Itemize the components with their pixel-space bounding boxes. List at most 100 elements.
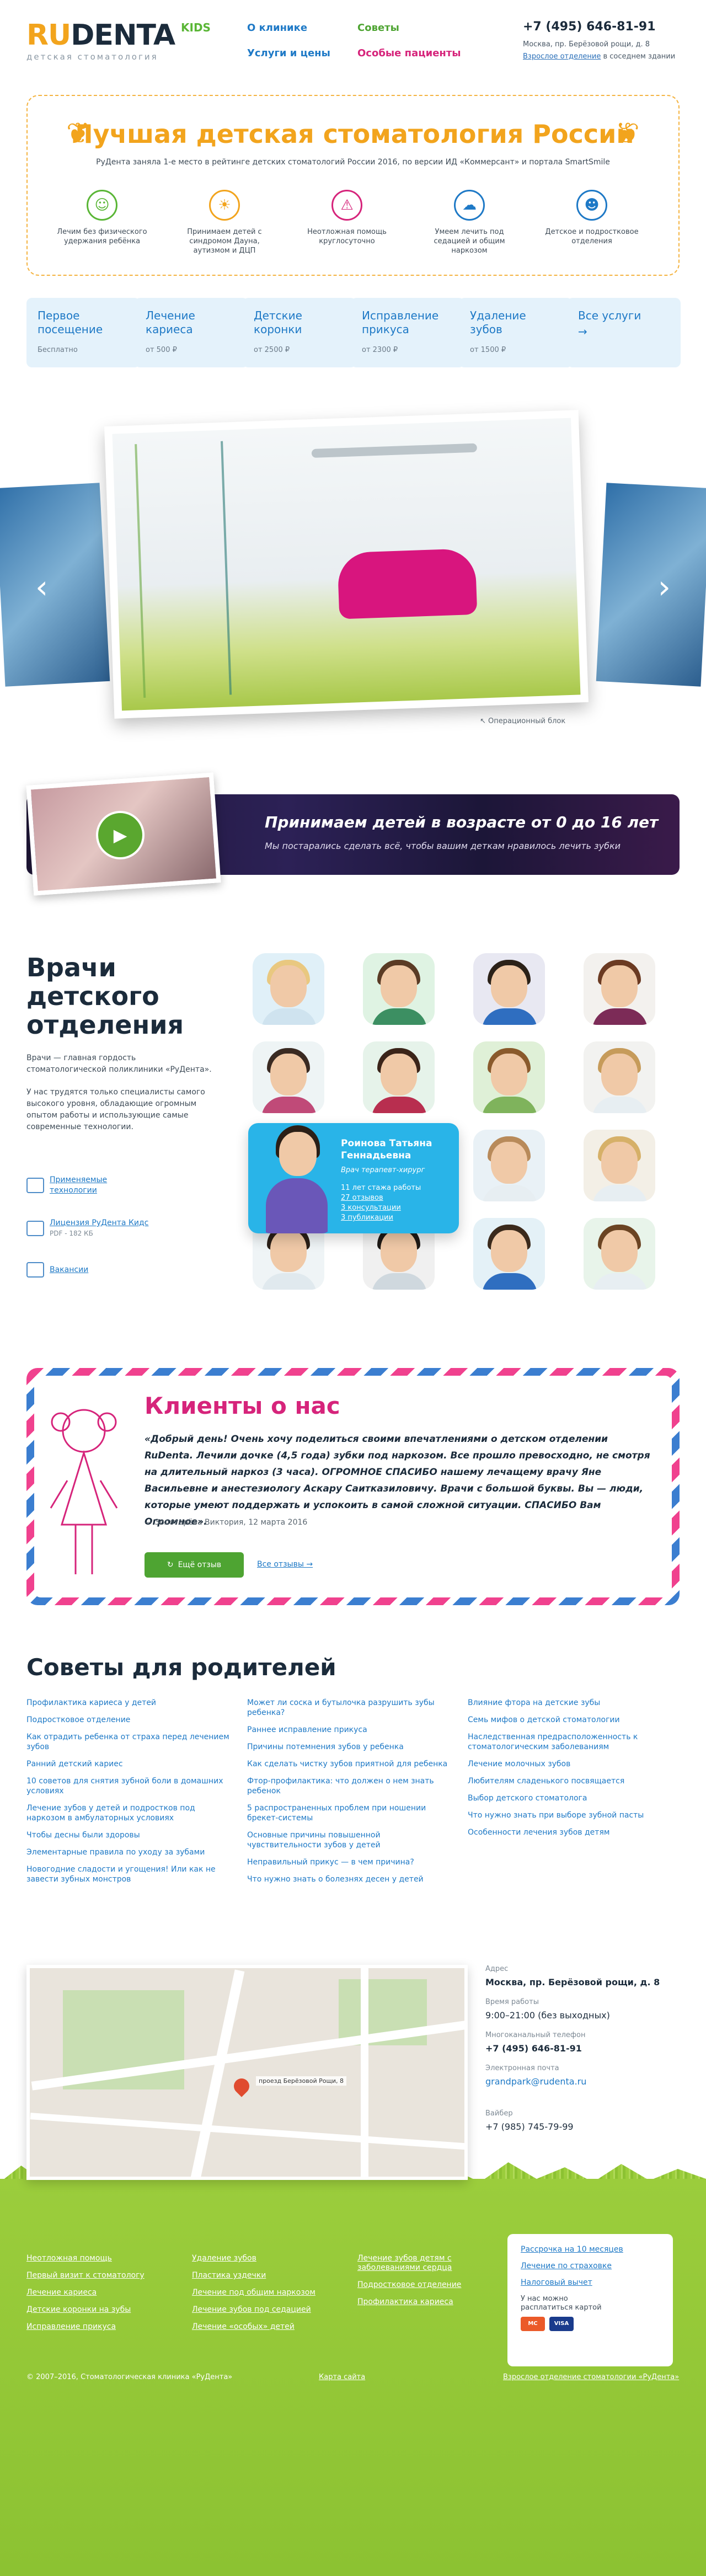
all-reviews-link[interactable]: Все отзывы → (257, 1560, 313, 1569)
tip-link[interactable]: 5 распространенных проблем при ношении б… (247, 1803, 451, 1823)
footer-link[interactable]: Лечение кариеса (26, 2288, 181, 2297)
doctor-photo[interactable] (473, 1041, 545, 1113)
doctor-stat-consultations[interactable]: 3 консультации (341, 1204, 401, 1212)
tip-link[interactable]: Элементарные правила по уходу за зубами (26, 1847, 231, 1857)
service-caries[interactable]: Лечение кариеса от 500 ₽ (135, 298, 248, 367)
dental-lamp (311, 443, 478, 458)
footer-link[interactable]: Детские коронки на зубы (26, 2305, 181, 2315)
tip-link[interactable]: Ранний детский кариес (26, 1759, 231, 1769)
featured-doctor-card[interactable]: Роинова Татьяна Геннадьевна Врач терапевт… (248, 1123, 459, 1233)
logo-kids: KIDS (181, 21, 211, 34)
tip-link[interactable]: Причины потемнения зубов у ребенка (247, 1742, 451, 1752)
doctor-photo[interactable] (473, 1218, 545, 1290)
email-value[interactable]: grandpark@rudenta.ru (485, 2076, 586, 2087)
name-line: Роинова Татьяна (341, 1138, 432, 1149)
tip-link[interactable]: Любителям сладенького посвящается (468, 1776, 672, 1786)
footer-link[interactable]: Удаление зубов (192, 2254, 346, 2263)
logo[interactable]: RUDENTA KIDS детская стоматология (26, 20, 211, 64)
play-icon[interactable]: ▶ (96, 811, 145, 859)
doctor-photo[interactable] (473, 1130, 545, 1201)
phone-value[interactable]: +7 (495) 646-81-91 (485, 2043, 582, 2054)
tip-link[interactable]: 10 советов для снятия зубной боли в дома… (26, 1776, 231, 1796)
tip-link[interactable]: Наследственная предрасположенность к сто… (468, 1732, 672, 1752)
doctor-photo[interactable] (584, 1041, 655, 1113)
tip-link[interactable]: Как отрадить ребенка от страха перед леч… (26, 1732, 231, 1752)
sun-icon: ☀ (209, 190, 240, 221)
nav-about[interactable]: О клинике (247, 22, 307, 34)
award-description: РуДента заняла 1-е место в рейтинге детс… (96, 158, 610, 167)
carousel-next-button[interactable]: › (658, 568, 671, 606)
header-phone[interactable]: +7 (495) 646-81-91 (523, 20, 656, 34)
adult-dept-footer-link[interactable]: Взрослое отделение стоматологии «РуДента… (503, 2373, 679, 2381)
doctor-photo[interactable] (584, 1130, 655, 1201)
doctor-photo[interactable] (253, 1041, 324, 1113)
tip-link[interactable]: Особенности лечения зубов детям (468, 1827, 672, 1837)
service-extraction[interactable]: Удаление зубов от 1500 ₽ (459, 298, 573, 367)
nav-services[interactable]: Услуги и цены (247, 47, 330, 59)
doctor-photo[interactable] (363, 953, 435, 1025)
footer-link[interactable]: Лечение «особых» детей (192, 2322, 346, 2332)
doctor-photo[interactable] (584, 953, 655, 1025)
tip-link[interactable]: Новогодние сладости и угощения! Или как … (26, 1864, 231, 1884)
doctor-stat-publications[interactable]: 3 публикации (341, 1214, 393, 1222)
tip-link[interactable]: Фтор-профилактика: что должен о нем знат… (247, 1776, 451, 1796)
girl-illustration (50, 1409, 118, 1574)
tip-link[interactable]: Как сделать чистку зубов приятной для ре… (247, 1759, 451, 1769)
carousel-prev-button[interactable]: ‹ (35, 568, 48, 606)
doctor-stat-reviews[interactable]: 27 отзывов (341, 1194, 383, 1202)
jobs-link[interactable]: Вакансии (26, 1262, 88, 1278)
pillow-icon: ☁ (454, 190, 485, 221)
video-subtitle: Мы постарались сделать всё, чтобы вашим … (265, 841, 621, 851)
tip-link[interactable]: Влияние фтора на детские зубы (468, 1698, 672, 1708)
viber-value[interactable]: +7 (985) 745-79-99 (485, 2121, 574, 2132)
tip-link[interactable]: Профилактика кариеса у детей (26, 1698, 231, 1708)
footer-column-2: Удаление зубов Пластика уздечки Лечение … (192, 2254, 346, 2339)
sitemap-link[interactable]: Карта сайта (319, 2373, 365, 2381)
tip-link[interactable]: Лечение зубов у детей и подростков под н… (26, 1803, 231, 1823)
nav-tips[interactable]: Советы (357, 22, 399, 34)
tips-column-3: Влияние фтора на детские зубы Семь мифов… (468, 1698, 672, 1845)
doctor-photo[interactable] (473, 953, 545, 1025)
footer-link[interactable]: Профилактика кариеса (357, 2297, 468, 2307)
doctor-photo[interactable] (253, 953, 324, 1025)
tip-link[interactable]: Неправильный прикус — в чем причина? (247, 1857, 451, 1867)
service-crowns[interactable]: Детские коронки от 2500 ₽ (243, 298, 356, 367)
footer-link[interactable]: Первый визит к стоматологу (26, 2271, 181, 2280)
tech-link-line: технологии (50, 1186, 97, 1195)
tax-deduction-link[interactable]: Налоговый вычет (521, 2278, 660, 2287)
doctor-photo[interactable] (363, 1041, 435, 1113)
adult-dept-link[interactable]: Взрослое отделение (523, 52, 601, 61)
service-first-visit[interactable]: Первое посещение Бесплатно (26, 298, 140, 367)
tip-link[interactable]: Выбор детского стоматолога (468, 1793, 672, 1803)
tip-link[interactable]: Подростковое отделение (26, 1715, 231, 1725)
service-all[interactable]: Все услуги → (567, 298, 681, 367)
featured-doctor-role: Врач терапевт-хирург (341, 1166, 425, 1174)
license-link[interactable]: Лицензия РуДента Кидс PDF - 182 КБ (26, 1218, 148, 1239)
footer-link[interactable]: Лечение зубов под седацией (192, 2305, 346, 2315)
footer-link[interactable]: Пластика уздечки (192, 2271, 346, 2280)
visa-icon: VISA (549, 2317, 574, 2331)
footer-link[interactable]: Исправление прикуса (26, 2322, 181, 2332)
footer-link[interactable]: Подростковое отделение (357, 2280, 468, 2290)
tech-link[interactable]: Применяемые технологии (26, 1175, 107, 1196)
location-map[interactable]: проезд Берёзовой Рощи, 8 (26, 1965, 468, 2180)
tip-link[interactable]: Что нужно знать о болезнях десен у детей (247, 1874, 451, 1884)
doctor-photo[interactable] (584, 1218, 655, 1290)
tip-link[interactable]: Чтобы десны были здоровы (26, 1830, 231, 1840)
nav-special-patients[interactable]: Особые пациенты (357, 47, 461, 59)
tip-link[interactable]: Может ли соска и бутылочка разрушить зуб… (247, 1698, 451, 1718)
clinic-room-image (112, 418, 581, 711)
tip-link[interactable]: Основные причины повышенной чувствительн… (247, 1830, 451, 1850)
installment-link[interactable]: Рассрочка на 10 месяцев (521, 2245, 660, 2254)
tip-link[interactable]: Раннее исправление прикуса (247, 1725, 451, 1735)
footer-link[interactable]: Лечение под общим наркозом (192, 2288, 346, 2297)
tip-link[interactable]: Лечение молочных зубов (468, 1759, 672, 1769)
tip-link[interactable]: Что нужно знать при выборе зубной пасты (468, 1810, 672, 1820)
phone-label: Многоканальный телефон (485, 2031, 586, 2039)
tip-link[interactable]: Семь мифов о детской стоматологии (468, 1715, 672, 1725)
service-bite[interactable]: Исправление прикуса от 2300 ₽ (351, 298, 464, 367)
footer-link[interactable]: Лечение зубов детям с заболеваниями серд… (357, 2254, 468, 2273)
insurance-link[interactable]: Лечение по страховке (521, 2262, 660, 2270)
more-review-button[interactable]: ↻ Ещё отзыв (145, 1552, 244, 1578)
footer-link[interactable]: Неотложная помощь (26, 2254, 181, 2263)
